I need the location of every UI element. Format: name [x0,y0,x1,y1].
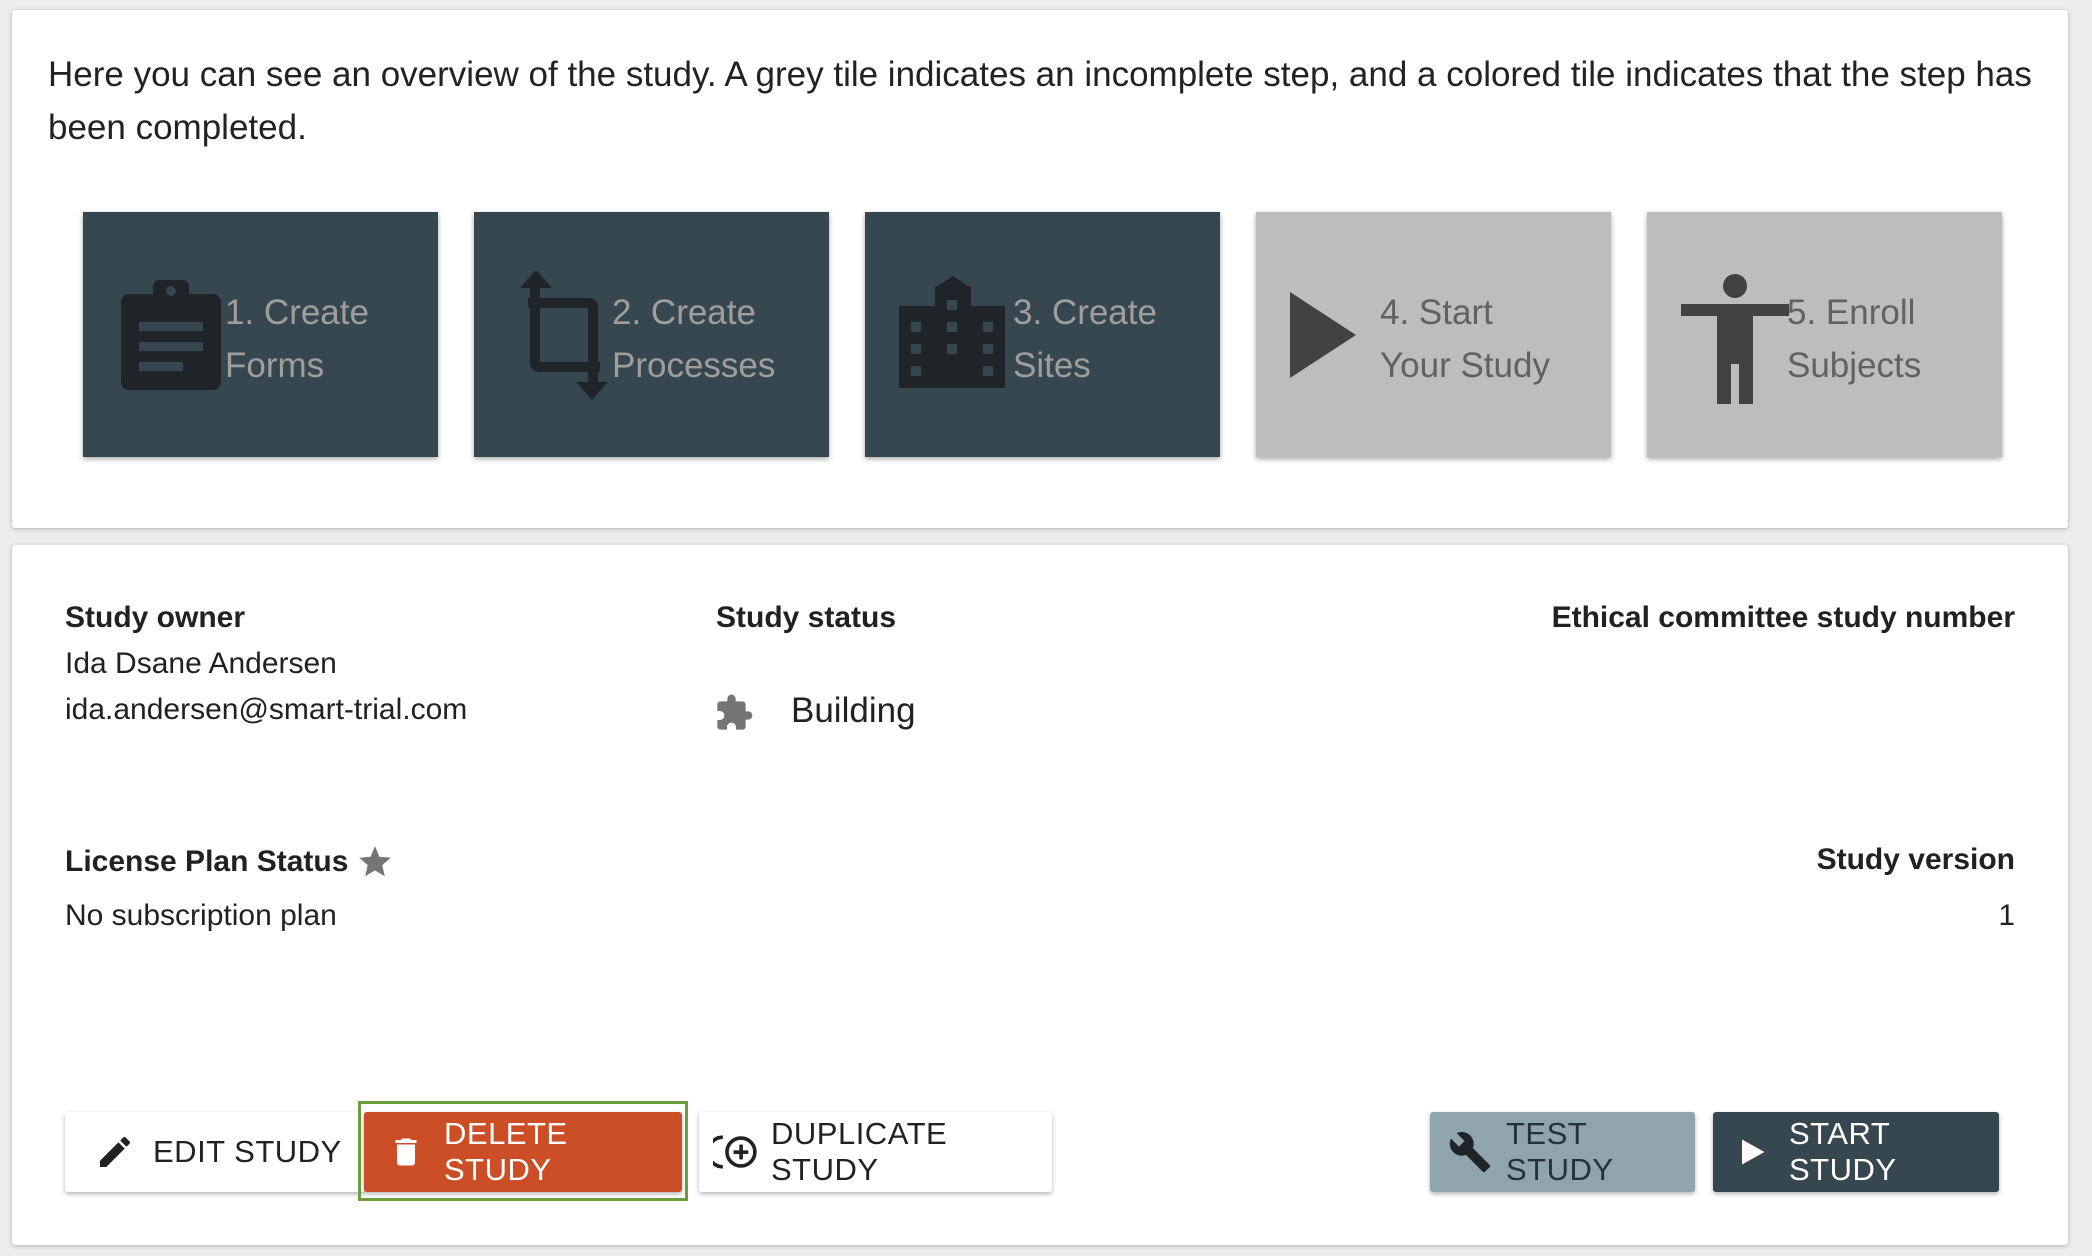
edit-study-button[interactable]: EDIT STUDY [65,1112,365,1192]
delete-study-button[interactable]: DELETE STUDY [364,1112,682,1192]
license-plan-value: No subscription plan [65,899,337,932]
tile-label: 1. Create Forms [225,293,369,385]
overview-intro-text: Here you can see an overview of the stud… [48,55,2032,147]
study-status-label: Study status [716,601,897,634]
tile-label: 5. Enroll Subjects [1787,293,1922,385]
edit-study-label: EDIT STUDY [153,1134,342,1169]
study-version-value: 1 [1998,899,2015,932]
start-study-button[interactable]: START STUDY [1713,1112,1999,1192]
ethics-number-label: Ethical committee study number [1551,601,2015,634]
play-icon [1742,1139,1765,1165]
study-version-label: Study version [1816,843,2015,876]
star-icon[interactable] [356,843,394,881]
clipboard-icon [121,280,221,390]
step-tile-start-study[interactable]: 4. Start Your Study [1256,212,1611,457]
play-icon [1290,292,1356,378]
tile-label: 4. Start Your Study [1380,293,1550,385]
test-study-button[interactable]: TEST STUDY [1430,1112,1695,1192]
study-owner-email: ida.andersen@smart-trial.com [65,693,468,726]
duplicate-study-label: DUPLICATE STUDY [771,1116,948,1187]
step-tile-create-forms[interactable]: 1. Create Forms [83,212,438,457]
step-tile-enroll-subjects[interactable]: 5. Enroll Subjects [1647,212,2002,457]
step-tile-create-processes[interactable]: 2. Create Processes [474,212,829,457]
license-plan-header: License Plan Status [65,843,394,881]
license-plan-label: License Plan Status [65,845,349,878]
study-overview-card: Here you can see an overview of the stud… [12,10,2068,528]
person-icon [1681,274,1789,404]
study-status-value: Building [791,691,916,730]
crop-rotate-icon [520,270,608,400]
pencil-icon [100,1136,130,1167]
wrench-icon [1449,1132,1491,1173]
puzzle-icon [717,694,753,730]
tile-label: 2. Create Processes [612,293,776,385]
study-owner-label: Study owner [65,601,246,634]
step-tile-create-sites[interactable]: 3. Create Sites [865,212,1220,457]
study-details-card: Study owner Ida Dsane Andersen ida.ander… [12,545,2068,1245]
test-study-label: TEST STUDY [1506,1116,1614,1187]
study-owner-name: Ida Dsane Andersen [65,647,337,680]
trash-icon [395,1138,417,1166]
duplicate-study-button[interactable]: DUPLICATE STUDY [699,1112,1052,1192]
tile-label: 3. Create Sites [1013,293,1157,385]
start-study-label: START STUDY [1789,1116,1897,1187]
delete-study-label: DELETE STUDY [444,1116,568,1187]
building-icon [899,276,1005,388]
duplicate-icon [713,1135,757,1169]
